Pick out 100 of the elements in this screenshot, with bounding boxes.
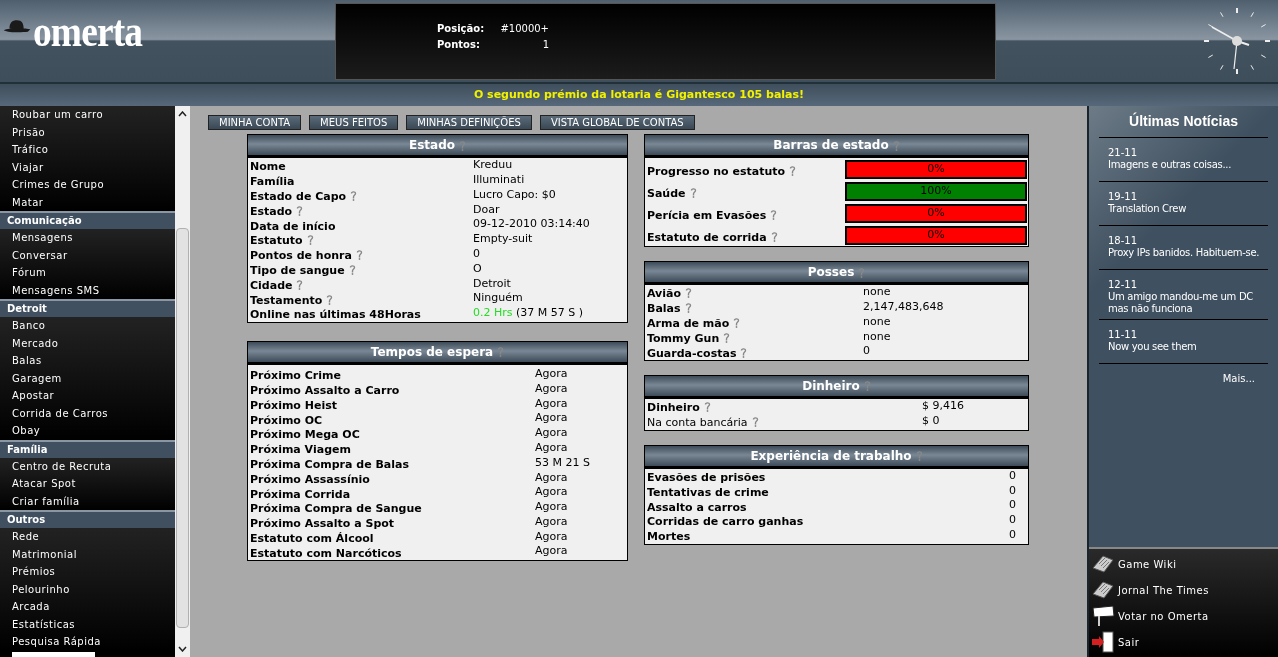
sidebar-link[interactable]: Roubar um carro (0, 106, 175, 124)
news-link[interactable]: Um amigo mandou-me um DC mas não funciona (1108, 291, 1268, 315)
sidebar-link[interactable]: Mensagens SMS (0, 281, 175, 299)
news-link[interactable]: Translation Crew (1108, 203, 1268, 215)
row-label: Testamento (250, 293, 323, 307)
sidebar-link[interactable]: Arcada (0, 598, 175, 616)
sidebar-link[interactable]: Fórum (0, 264, 175, 282)
row-label: Na conta bancária (647, 416, 748, 430)
ticker-text: O segundo prémio da lotaria é Gigantesco 105 balas! (473, 86, 805, 103)
row-label: Estado (250, 204, 293, 218)
help-icon[interactable] (348, 264, 356, 275)
help-icon[interactable] (355, 249, 363, 261)
row-value: Lucro Capo: $0 (473, 187, 556, 201)
row-label: Perícia em Evasões (647, 208, 767, 222)
sidebar-link[interactable]: Garagem (0, 369, 175, 387)
tab[interactable]: VISTA GLOBAL DE CONTAS (539, 115, 695, 130)
sidebar-link[interactable]: Conversar (0, 246, 175, 264)
row-value: 0 (1009, 497, 1016, 514)
more-link[interactable]: Mais... (1222, 371, 1255, 386)
sidebar-section-header: Comunicação (0, 211, 175, 229)
row-label: Próximo Crime (250, 369, 341, 383)
tab[interactable]: MINHA CONTA (208, 115, 302, 130)
row-value: 0 (1009, 467, 1016, 484)
help-icon[interactable] (459, 139, 466, 151)
exit-door-icon (1091, 631, 1115, 653)
scroll-up-icon[interactable] (178, 111, 187, 117)
sidebar-link[interactable]: Atacar Spot (0, 475, 175, 493)
row-label: Arma de mão (647, 317, 730, 330)
row-value: $ 0 (922, 412, 940, 429)
help-icon[interactable] (892, 139, 900, 151)
sidebar-link[interactable]: Prisão (0, 123, 175, 141)
sidebar-link[interactable]: Mensagens (0, 229, 175, 247)
help-icon[interactable] (751, 416, 759, 428)
help-icon[interactable] (770, 208, 778, 220)
sidebar-link[interactable]: Rede (0, 528, 175, 546)
sidebar-link[interactable]: Criar família (0, 492, 175, 510)
help-icon[interactable] (723, 331, 731, 343)
footer-link[interactable]: Jornal The Times (1118, 582, 1209, 598)
sidebar-link[interactable]: Centro de Recruta (0, 457, 175, 475)
sidebar-link[interactable]: Pelourinho (0, 580, 175, 598)
help-icon[interactable] (915, 450, 923, 462)
help-icon[interactable] (326, 293, 334, 305)
news-link[interactable]: Imagens e outras coisas... (1108, 159, 1268, 171)
help-icon[interactable] (350, 190, 358, 201)
sidebar-link[interactable]: Apostar (0, 387, 175, 405)
sidebar-link[interactable]: Prémios (0, 563, 175, 581)
scrollbar[interactable] (175, 106, 190, 657)
row-value: Agora (535, 439, 568, 456)
bar-reading: 0% (927, 205, 945, 222)
footer-link[interactable]: Sair (1118, 634, 1140, 650)
bar-reading: 0% (927, 161, 945, 178)
help-icon[interactable] (685, 287, 693, 299)
scroll-down-icon[interactable] (178, 646, 187, 652)
help-icon[interactable] (306, 234, 314, 246)
help-icon[interactable] (740, 346, 748, 358)
news-link[interactable]: Now you see them (1108, 341, 1268, 353)
row-label: Guarda-costas (647, 346, 737, 360)
row-value: Agora (535, 365, 568, 382)
help-icon[interactable] (296, 278, 304, 290)
help-icon[interactable] (684, 302, 692, 314)
panel-title: Tempos de espera (370, 343, 494, 361)
newspaper-icon (1091, 554, 1115, 574)
row-label: Evasões de prisões (647, 471, 766, 484)
sidebar-link[interactable]: Matar (0, 193, 175, 211)
sidebar-link[interactable]: Balas (0, 352, 175, 370)
row-label: Próxima Compra de Balas (250, 457, 409, 471)
row-label: Dinheiro (647, 401, 700, 415)
help-icon[interactable] (863, 380, 871, 392)
tab[interactable]: MEUS FEITOS (309, 115, 399, 130)
help-icon[interactable] (497, 346, 505, 358)
sidebar-link[interactable]: Pesquisa Rápida (0, 633, 175, 651)
row-value: 53 M 21 S (535, 454, 590, 471)
row-value: Agora (535, 425, 568, 442)
sidebar-link[interactable]: Matrimonial (0, 545, 175, 563)
sidebar-link[interactable]: Corrida de Carros (0, 404, 175, 422)
sidebar-link[interactable]: Obay (0, 422, 175, 440)
help-icon[interactable] (858, 266, 866, 278)
row-label: Família (250, 175, 295, 189)
help-icon[interactable] (296, 204, 304, 216)
sidebar-link[interactable]: Tráfico (0, 141, 175, 159)
sidebar-section-header: Outros (0, 510, 175, 528)
help-icon[interactable] (770, 230, 778, 242)
footer-link[interactable]: Votar no Omerta (1118, 608, 1209, 624)
sidebar-link[interactable]: Banco (0, 317, 175, 335)
sidebar-link[interactable]: Mercado (0, 334, 175, 352)
tab[interactable]: MINHAS DEFINIÇÕES (406, 115, 532, 130)
row-value: Agora (535, 543, 568, 560)
scrollbar-thumb[interactable] (176, 228, 189, 628)
row-value: (37 M 57 S ) (516, 306, 584, 320)
help-icon[interactable] (733, 317, 741, 328)
sidebar-link[interactable]: Viajar (0, 158, 175, 176)
news-link[interactable]: Proxy IPs banidos. Habituem-se. (1108, 247, 1268, 259)
help-icon[interactable] (689, 186, 697, 198)
row-value: 0 (1009, 512, 1016, 529)
help-icon[interactable] (703, 401, 711, 413)
sidebar-link[interactable]: Crimes de Grupo (0, 176, 175, 194)
footer-link[interactable]: Game Wiki (1118, 556, 1177, 572)
sidebar-link[interactable]: Estatísticas (0, 615, 175, 633)
hat-icon (2, 18, 32, 34)
help-icon[interactable] (789, 164, 797, 176)
